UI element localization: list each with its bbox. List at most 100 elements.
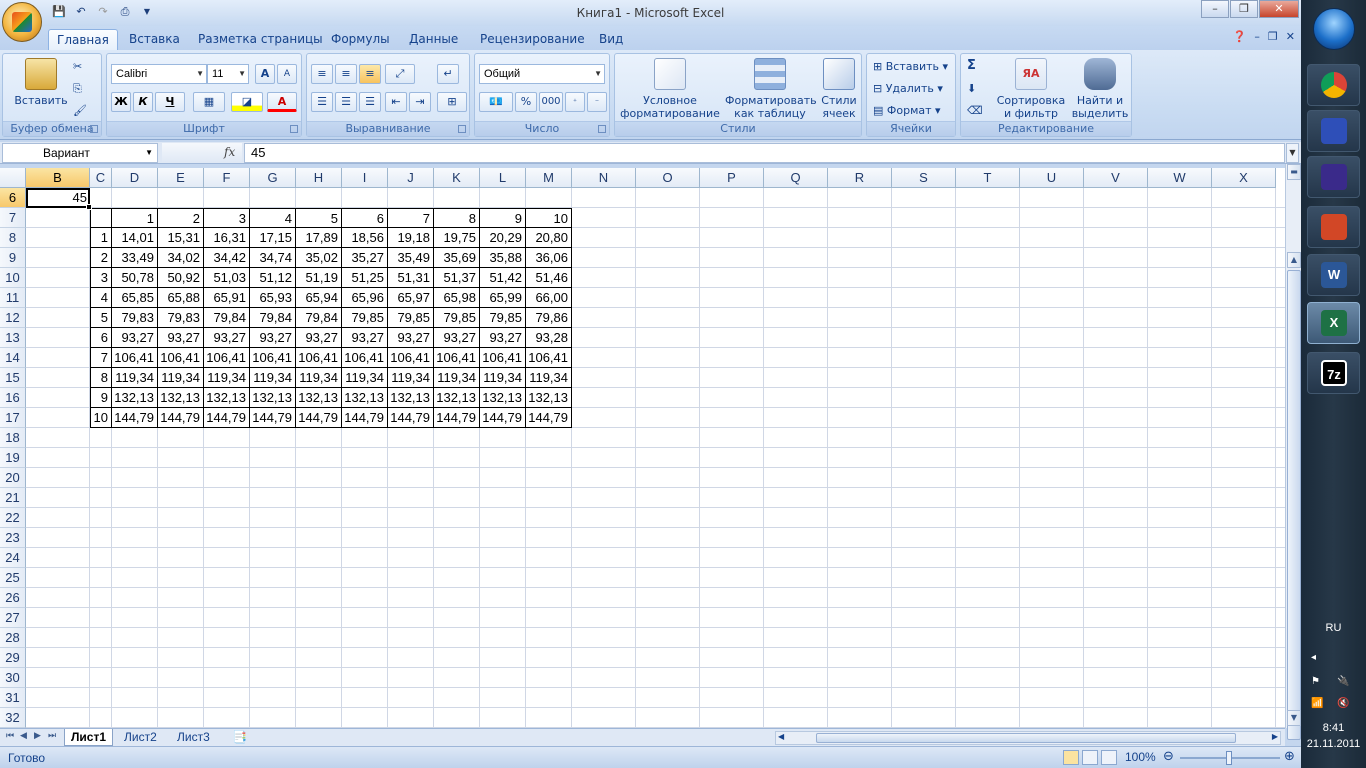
row-header-21[interactable]: 21 (0, 488, 26, 508)
clipboard-launcher-icon[interactable] (90, 125, 98, 133)
column-header-h[interactable]: H (296, 168, 342, 188)
table-cell[interactable]: 132,13 (434, 388, 480, 408)
insert-function-button[interactable]: fx (224, 145, 235, 159)
table-cell[interactable]: 65,88 (158, 288, 204, 308)
table-cell[interactable]: 33,49 (112, 248, 158, 268)
last-sheet-icon[interactable]: ⏭ (48, 731, 56, 741)
row-header-13[interactable]: 13 (0, 328, 26, 348)
table-cell[interactable]: 132,13 (296, 388, 342, 408)
align-center-button[interactable]: ☰ (335, 92, 357, 112)
column-header-x[interactable]: X (1212, 168, 1276, 188)
borders-button[interactable]: ▦ (193, 92, 225, 112)
table-cell[interactable]: 79,84 (296, 308, 342, 328)
table-row-label[interactable]: 9 (90, 388, 112, 408)
number-format-combo[interactable]: Общий ▼ (479, 64, 605, 84)
table-cell[interactable]: 119,34 (526, 368, 572, 388)
column-header-v[interactable]: V (1084, 168, 1148, 188)
table-cell[interactable]: 93,27 (250, 328, 296, 348)
volume-icon[interactable]: 🔇 (1337, 698, 1349, 709)
font-size-combo[interactable]: 11 ▼ (207, 64, 249, 84)
table-cell[interactable]: 93,27 (434, 328, 480, 348)
column-header-d[interactable]: D (112, 168, 158, 188)
taskbar-app[interactable] (1307, 156, 1360, 198)
table-header-cell[interactable]: 6 (342, 208, 388, 228)
expand-formula-bar-button[interactable]: ▼ (1286, 143, 1299, 163)
table-cell[interactable]: 106,41 (526, 348, 572, 368)
column-header-t[interactable]: T (956, 168, 1020, 188)
row-header-18[interactable]: 18 (0, 428, 26, 448)
row-header-14[interactable]: 14 (0, 348, 26, 368)
table-row-label[interactable]: 1 (90, 228, 112, 248)
column-header-w[interactable]: W (1148, 168, 1212, 188)
table-cell[interactable]: 93,27 (342, 328, 388, 348)
system-clock[interactable]: 8:41 21.11.2011 (1301, 720, 1366, 752)
column-header-q[interactable]: Q (764, 168, 828, 188)
table-cell[interactable]: 65,96 (342, 288, 388, 308)
table-cell[interactable]: 132,13 (204, 388, 250, 408)
table-cell[interactable]: 20,80 (526, 228, 572, 248)
row-header-12[interactable]: 12 (0, 308, 26, 328)
column-header-e[interactable]: E (158, 168, 204, 188)
decrease-indent-button[interactable]: ⇤ (385, 92, 407, 112)
horizontal-scrollbar[interactable]: ◀ ▶ (775, 731, 1281, 745)
tab-home[interactable]: Главная (48, 29, 118, 50)
table-cell[interactable]: 106,41 (250, 348, 296, 368)
table-header-cell[interactable]: 10 (526, 208, 572, 228)
power-icon[interactable]: 🔌 (1337, 676, 1349, 687)
bold-button[interactable]: Ж (111, 92, 131, 112)
table-cell[interactable]: 35,49 (388, 248, 434, 268)
row-header-8[interactable]: 8 (0, 228, 26, 248)
table-cell[interactable]: 51,31 (388, 268, 434, 288)
table-cell[interactable]: 79,83 (112, 308, 158, 328)
table-cell[interactable]: 106,41 (296, 348, 342, 368)
row-header-31[interactable]: 31 (0, 688, 26, 708)
cut-icon[interactable]: ✂ (73, 60, 82, 73)
table-cell[interactable]: 144,79 (296, 408, 342, 428)
table-header-cell[interactable]: 1 (112, 208, 158, 228)
table-cell[interactable]: 106,41 (480, 348, 526, 368)
row-header-11[interactable]: 11 (0, 288, 26, 308)
table-cell[interactable]: 119,34 (342, 368, 388, 388)
table-cell[interactable]: 19,18 (388, 228, 434, 248)
table-cell[interactable]: 132,13 (250, 388, 296, 408)
align-top-button[interactable]: ≡ (311, 64, 333, 84)
table-cell[interactable]: 93,27 (296, 328, 342, 348)
insert-cells-button[interactable]: ⊞ Вставить ▾ (873, 60, 948, 73)
table-cell[interactable]: 119,34 (158, 368, 204, 388)
increase-decimal-button[interactable]: ⁺ (565, 92, 585, 112)
table-cell[interactable]: 65,94 (296, 288, 342, 308)
align-middle-button[interactable]: ≡ (335, 64, 357, 84)
tray-expand-icon[interactable]: ◂ (1311, 652, 1316, 663)
table-cell[interactable]: 119,34 (388, 368, 434, 388)
taskbar-7zip[interactable]: 7z (1307, 352, 1360, 394)
column-header-r[interactable]: R (828, 168, 892, 188)
fill-handle[interactable] (86, 204, 92, 210)
row-header-30[interactable]: 30 (0, 668, 26, 688)
table-cell[interactable]: 144,79 (112, 408, 158, 428)
row-header-32[interactable]: 32 (0, 708, 26, 728)
table-cell[interactable]: 119,34 (480, 368, 526, 388)
table-cell[interactable]: 132,13 (158, 388, 204, 408)
table-row-label[interactable]: 6 (90, 328, 112, 348)
minimize-button[interactable]: – (1201, 0, 1229, 18)
workbook-close-icon[interactable]: ✕ (1286, 30, 1295, 43)
close-button[interactable]: ✕ (1259, 0, 1299, 18)
column-header-f[interactable]: F (204, 168, 250, 188)
table-cell[interactable]: 20,29 (480, 228, 526, 248)
autosum-button[interactable]: Σ (967, 58, 976, 73)
tab-view[interactable]: Вид (591, 29, 631, 50)
format-cells-button[interactable]: ▤ Формат ▾ (873, 104, 941, 117)
font-color-button[interactable]: A (267, 92, 297, 112)
table-cell[interactable]: 66,00 (526, 288, 572, 308)
scroll-right-icon[interactable]: ▶ (1272, 732, 1278, 741)
table-corner-cell[interactable] (90, 208, 112, 228)
horizontal-scroll-thumb[interactable] (816, 733, 1236, 743)
column-header-n[interactable]: N (572, 168, 636, 188)
table-cell[interactable]: 79,85 (480, 308, 526, 328)
table-cell[interactable]: 34,42 (204, 248, 250, 268)
row-header-6[interactable]: 6 (0, 188, 26, 208)
scroll-left-icon[interactable]: ◀ (778, 732, 784, 741)
orientation-button[interactable]: ⤢ (385, 64, 415, 84)
table-cell[interactable]: 144,79 (158, 408, 204, 428)
currency-format-button[interactable]: 💶 (479, 92, 513, 112)
